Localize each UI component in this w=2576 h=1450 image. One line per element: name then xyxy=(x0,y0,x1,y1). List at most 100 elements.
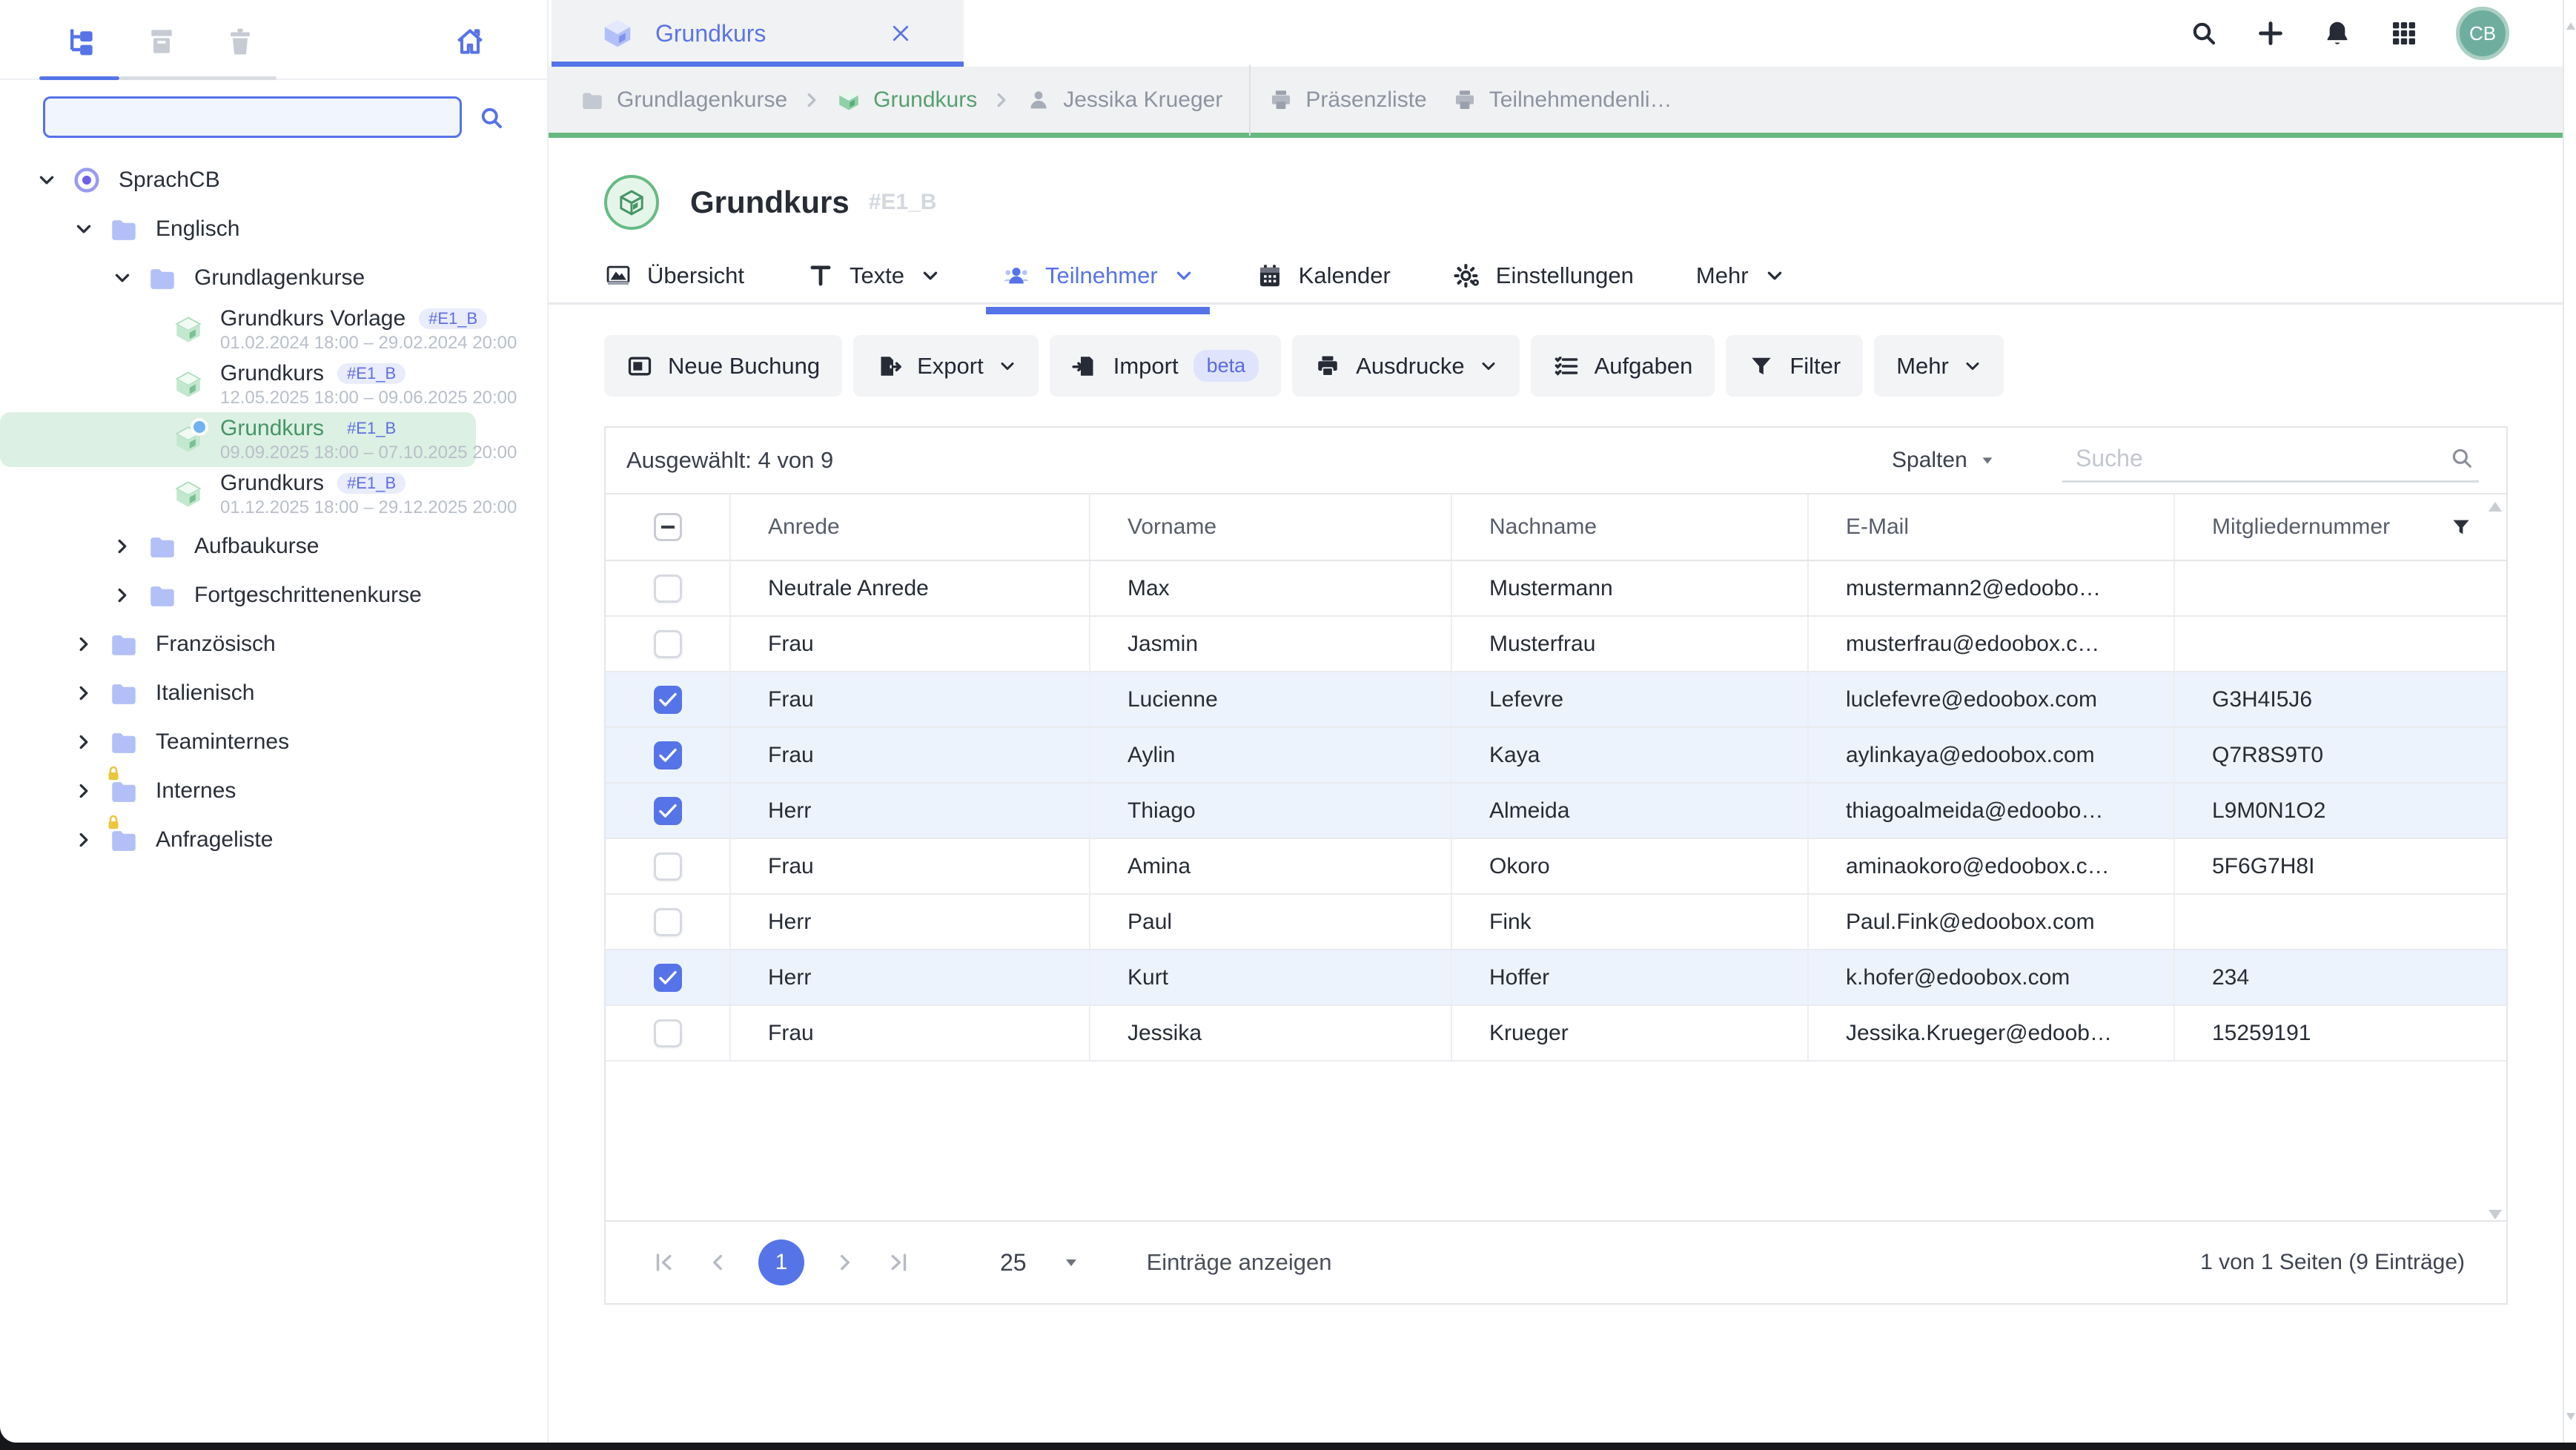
tree-item-grundlagenkurse[interactable]: Grundlagenkurse xyxy=(0,254,543,302)
tree-item-franz-sisch[interactable]: Französisch xyxy=(0,620,543,669)
breadcrumb-item-1[interactable]: Grundkurs xyxy=(836,87,977,113)
open-tab-grundkurs[interactable]: Grundkurs xyxy=(552,0,964,67)
chevron-right-icon[interactable] xyxy=(74,635,93,654)
doc-link-0[interactable]: Präsenzliste xyxy=(1268,87,1426,113)
apps-grid-icon[interactable] xyxy=(2389,19,2419,48)
row-checkbox[interactable] xyxy=(654,853,682,881)
chevron-down-icon[interactable] xyxy=(113,268,132,288)
table-header-row: AnredeVornameNachnameE-MailMitgliedernum… xyxy=(606,494,2506,561)
tree-item-grundkurs[interactable]: Grundkurs#E1_B09.09.2025 18:00 – 07.10.2… xyxy=(0,412,476,467)
home-icon[interactable] xyxy=(454,25,486,58)
previous-page-icon[interactable] xyxy=(705,1250,730,1275)
tab-label: Texte xyxy=(850,262,904,289)
table-row[interactable]: FrauJasminMusterfraumusterfrau@edoobox.c… xyxy=(606,617,2506,672)
user-avatar[interactable]: CB xyxy=(2456,7,2509,60)
column-header-nachname[interactable]: Nachname xyxy=(1451,494,1807,560)
current-page-button[interactable]: 1 xyxy=(758,1239,804,1285)
mehr-button[interactable]: Mehr xyxy=(1874,335,2004,397)
table-row[interactable]: HerrThiagoAlmeidathiagoalmeida@edoobo…L9… xyxy=(606,784,2506,839)
chevron-right-icon[interactable] xyxy=(74,683,93,703)
chevron-right-icon[interactable] xyxy=(113,586,132,605)
tree-item-grundkurs-vorlage[interactable]: Grundkurs Vorlage#E1_B01.02.2024 18:00 –… xyxy=(0,302,543,357)
export-button[interactable]: Export xyxy=(853,335,1039,397)
columns-button[interactable]: Spalten xyxy=(1892,448,1996,473)
doc-link-1[interactable]: Teilnehmendenli… xyxy=(1452,87,1672,113)
row-checkbox[interactable] xyxy=(654,630,682,658)
page-scrollbar[interactable] xyxy=(2563,0,2576,1443)
column-filter-icon[interactable] xyxy=(2450,516,2472,538)
table-row[interactable]: FrauLucienneLefevreluclefevre@edoobox.co… xyxy=(606,672,2506,728)
tree-item-grundkurs[interactable]: Grundkurs#E1_B01.12.2025 18:00 – 29.12.2… xyxy=(0,467,543,522)
chevron-right-icon[interactable] xyxy=(74,732,93,752)
table-scroll-up-icon[interactable] xyxy=(2489,502,2502,512)
column-header-anrede[interactable]: Anrede xyxy=(729,494,1089,560)
column-header-mitgliedernummer[interactable]: Mitgliedernummer xyxy=(2173,494,2483,560)
chevron-right-icon[interactable] xyxy=(113,537,132,556)
tree-item-aufbaukurse[interactable]: Aufbaukurse xyxy=(0,522,543,571)
table-row[interactable]: FrauJessikaKruegerJessika.Krueger@edoob…… xyxy=(606,1006,2506,1062)
chevron-right-icon[interactable] xyxy=(74,830,93,850)
row-checkbox[interactable] xyxy=(654,575,682,603)
breadcrumb-label: Jessika Krueger xyxy=(1063,87,1222,113)
filter-button[interactable]: Filter xyxy=(1726,335,1863,397)
table-scroll-down-icon[interactable] xyxy=(2489,1210,2502,1219)
search-icon[interactable] xyxy=(478,105,505,131)
scroll-up-icon[interactable] xyxy=(2566,22,2575,30)
scroll-down-icon[interactable] xyxy=(2566,1413,2575,1420)
trash-icon[interactable] xyxy=(224,25,256,58)
tab-mehr[interactable]: Mehr xyxy=(1696,262,1784,289)
tab-texte[interactable]: Texte xyxy=(807,262,940,290)
folder-tree-icon[interactable] xyxy=(65,25,98,58)
row-checkbox[interactable] xyxy=(654,964,682,992)
tree-item-grundkurs[interactable]: Grundkurs#E1_B12.05.2025 18:00 – 09.06.2… xyxy=(0,357,543,412)
close-tab-icon[interactable] xyxy=(890,22,912,44)
tree-item-anfrageliste[interactable]: Anfrageliste xyxy=(0,815,543,864)
import-button[interactable]: Importbeta xyxy=(1050,335,1281,397)
row-checkbox[interactable] xyxy=(654,908,682,936)
tree-search-input[interactable] xyxy=(43,96,462,138)
add-icon[interactable] xyxy=(2256,19,2285,48)
tab-einstellungen[interactable]: Einstellungen xyxy=(1453,262,1634,290)
tree-item-englisch[interactable]: Englisch xyxy=(0,205,543,254)
table-row[interactable]: FrauAylinKayaaylinkaya@edoobox.comQ7R8S9… xyxy=(606,728,2506,784)
tree-item-label: Grundkurs Vorlage xyxy=(220,306,405,331)
row-checkbox[interactable] xyxy=(654,686,682,714)
last-page-icon[interactable] xyxy=(886,1250,911,1275)
tab-teilnehmer[interactable]: Teilnehmer xyxy=(1002,262,1193,290)
tree-item-teaminternes[interactable]: Teaminternes xyxy=(0,718,543,767)
search-icon[interactable] xyxy=(2449,446,2474,471)
aufgaben-button[interactable]: Aufgaben xyxy=(1531,335,1715,397)
table-row[interactable]: HerrKurtHofferk.hofer@edoobox.com234 xyxy=(606,950,2506,1006)
global-search-icon[interactable] xyxy=(2189,19,2219,48)
tree-item-italienisch[interactable]: Italienisch xyxy=(0,669,543,718)
first-page-icon[interactable] xyxy=(652,1250,677,1275)
notifications-bell-icon[interactable] xyxy=(2322,19,2352,48)
row-checkbox[interactable] xyxy=(654,741,682,769)
row-checkbox[interactable] xyxy=(654,1019,682,1047)
table-search-input[interactable] xyxy=(2062,437,2479,483)
next-page-icon[interactable] xyxy=(832,1250,858,1275)
printer-icon xyxy=(1452,87,1477,113)
tab-label: Teilnehmer xyxy=(1045,262,1158,289)
table-row[interactable]: Neutrale AnredeMaxMustermannmustermann2@… xyxy=(606,561,2506,617)
tree-item-sprachcb[interactable]: SprachCB xyxy=(0,156,543,205)
tab-kalender[interactable]: Kalender xyxy=(1256,262,1391,290)
column-header-vorname[interactable]: Vorname xyxy=(1089,494,1451,560)
table-row[interactable]: FrauAminaOkoroaminaokoro@edoobox.c…5F6G7… xyxy=(606,839,2506,895)
select-all-checkbox[interactable] xyxy=(654,513,682,541)
archive-icon[interactable] xyxy=(145,25,178,58)
chevron-right-icon[interactable] xyxy=(74,781,93,801)
ausdrucke-button[interactable]: Ausdrucke xyxy=(1292,335,1519,397)
breadcrumb-item-2[interactable]: Jessika Krueger xyxy=(1026,87,1222,113)
table-row[interactable]: HerrPaulFinkPaul.Fink@edoobox.com xyxy=(606,895,2506,950)
breadcrumb-item-0[interactable]: Grundlagenkurse xyxy=(580,87,787,113)
column-header-e-mail[interactable]: E-Mail xyxy=(1807,494,2173,560)
chevron-down-icon[interactable] xyxy=(74,219,93,239)
chevron-down-icon[interactable] xyxy=(37,171,56,190)
neue-buchung-button[interactable]: Neue Buchung xyxy=(604,335,842,397)
tree-item-internes[interactable]: Internes xyxy=(0,767,543,815)
tree-item-fortgeschrittenenkurse[interactable]: Fortgeschrittenenkurse xyxy=(0,571,543,620)
page-size-select[interactable]: 25 xyxy=(1000,1249,1080,1277)
row-checkbox[interactable] xyxy=(654,797,682,825)
tab--bersicht[interactable]: Übersicht xyxy=(604,262,744,290)
